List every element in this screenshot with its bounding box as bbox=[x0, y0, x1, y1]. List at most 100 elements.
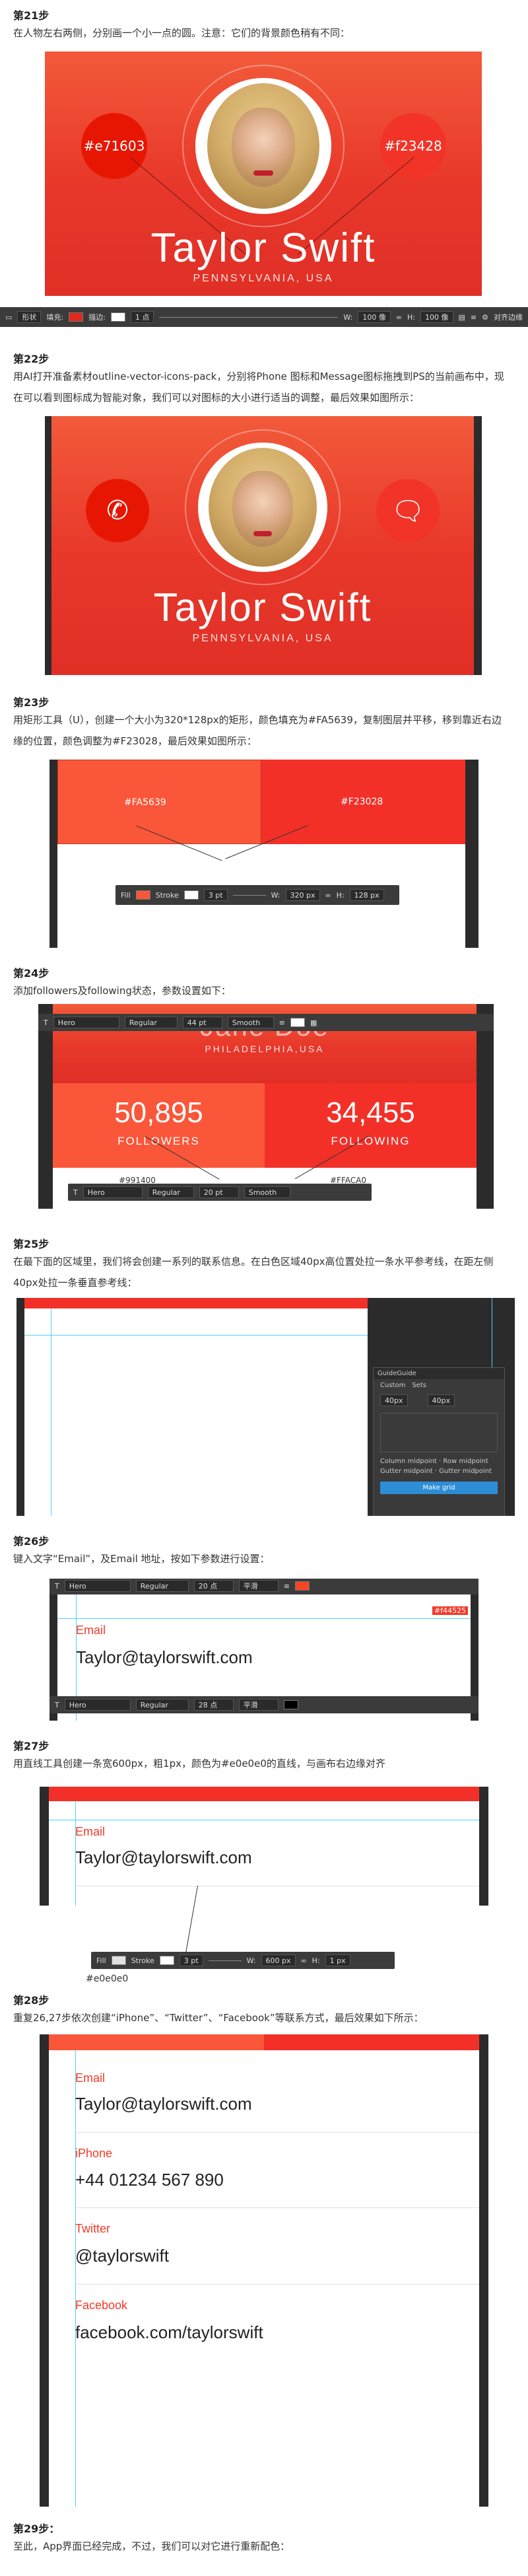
stroke-width-field[interactable]: 3 pt bbox=[203, 889, 228, 901]
stroke-style-line[interactable] bbox=[232, 894, 266, 896]
option-row[interactable]: Gutter midpoint · Gutter midpoint bbox=[374, 1466, 504, 1476]
h-label: H: bbox=[312, 1956, 320, 1965]
link-icon[interactable]: ∞ bbox=[301, 1956, 307, 1965]
step-desc: 重复26,27步依次创建“iPhone”、“Twitter”、“Facebook… bbox=[13, 2012, 424, 2024]
antialias-field[interactable]: 平滑 bbox=[238, 1699, 279, 1711]
margin-top-field[interactable]: 40px bbox=[427, 1394, 455, 1406]
font-size-field[interactable]: 28 点 bbox=[193, 1699, 234, 1711]
fill-swatch[interactable] bbox=[111, 1956, 126, 1965]
hero-name: Taylor Swift bbox=[153, 585, 372, 629]
red-bar-right bbox=[264, 2034, 479, 2050]
font-family-field[interactable]: Hero bbox=[64, 1699, 131, 1711]
font-size-field[interactable]: 44 pt bbox=[182, 1017, 222, 1028]
height-field[interactable]: 128 px bbox=[349, 889, 384, 901]
text-color-swatch[interactable] bbox=[294, 1581, 310, 1591]
font-size-field[interactable]: 20 点 bbox=[193, 1580, 234, 1592]
type-tool-icon[interactable]: T bbox=[44, 1019, 48, 1027]
stroke-swatch[interactable] bbox=[159, 1956, 174, 1965]
step-title: 第28步 bbox=[13, 1994, 50, 2007]
align-left-icon[interactable]: ≡ bbox=[279, 1019, 285, 1027]
step-title: 第25步 bbox=[13, 1238, 50, 1250]
panel-tabs: Custom Sets bbox=[374, 1379, 504, 1392]
text-color-swatch[interactable] bbox=[290, 1018, 305, 1027]
arrange-icon[interactable]: ≡ bbox=[471, 313, 477, 322]
option-row[interactable]: Column midpoint · Row midpoint bbox=[374, 1456, 504, 1466]
gear-icon[interactable]: ⚙ bbox=[482, 313, 488, 322]
iphone-label: iPhone bbox=[75, 2147, 113, 2160]
fill-label: 填充: bbox=[46, 313, 64, 322]
hero-image-21: #e71603 #f23428 Taylor Swift PENNSYLVANI… bbox=[45, 52, 482, 296]
shape-mode-select[interactable]: 形状 bbox=[17, 311, 42, 323]
width-field[interactable]: 600 px bbox=[261, 1954, 296, 1966]
email-label: Email bbox=[75, 2071, 106, 2085]
rect-image-23: #FA5639 #F23028 Fill Stroke 3 pt W: 320 … bbox=[50, 760, 478, 948]
stroke-label: 描边: bbox=[88, 313, 106, 322]
ps-options-bar: Fill Stroke 3 pt W: 320 px ∞ H: 128 px bbox=[116, 885, 399, 905]
vertical-guide bbox=[75, 1801, 76, 1906]
stroke-swatch[interactable] bbox=[183, 890, 199, 900]
width-field[interactable]: 320 px bbox=[285, 889, 320, 901]
font-style-field[interactable]: Regular bbox=[135, 1699, 189, 1711]
following-block: 34,455 FOLLOWING bbox=[265, 1083, 477, 1168]
tab-custom[interactable]: Custom bbox=[380, 1382, 405, 1389]
type-tool-icon[interactable]: T bbox=[55, 1582, 59, 1591]
grid-settings[interactable] bbox=[380, 1413, 498, 1452]
phone-badge: ✆ bbox=[86, 479, 149, 542]
font-style-field[interactable]: Regular bbox=[124, 1017, 178, 1028]
panel-icon[interactable]: ▦ bbox=[310, 1019, 317, 1027]
step-27: 第27步 用直线工具创建一条宽600px，粗1px，颜色为#e0e0e0的直线，… bbox=[13, 1737, 515, 1774]
step-title: 第21步 bbox=[13, 9, 50, 22]
link-icon[interactable]: ∞ bbox=[396, 313, 402, 322]
font-style-field[interactable]: Regular bbox=[135, 1580, 189, 1592]
stroke-style-line[interactable] bbox=[208, 1960, 242, 1961]
step-title: 第29步： bbox=[13, 2522, 60, 2535]
step-title: 第27步 bbox=[13, 1740, 50, 1752]
divider-line bbox=[75, 2207, 479, 2208]
tab-sets[interactable]: Sets bbox=[412, 1382, 426, 1389]
antialias-field[interactable]: 平滑 bbox=[238, 1580, 279, 1592]
message-badge: 🗨 bbox=[376, 479, 440, 542]
antialias-field[interactable]: Smooth bbox=[227, 1017, 274, 1028]
make-grid-button[interactable]: Make grid bbox=[380, 1482, 498, 1494]
height-field[interactable]: 100 像 bbox=[420, 311, 453, 323]
stroke-width-field[interactable]: 3 pt bbox=[179, 1954, 203, 1966]
fill-swatch[interactable] bbox=[69, 312, 84, 322]
margin-left-field[interactable]: 40px bbox=[380, 1394, 408, 1406]
stroke-width-field[interactable]: 1 点 bbox=[130, 311, 154, 323]
guideguide-panel: GuideGuide Custom Sets 40px 40px Column … bbox=[373, 1367, 505, 1516]
height-field[interactable]: 1 px bbox=[325, 1954, 350, 1966]
font-size-field[interactable]: 20 pt bbox=[199, 1186, 239, 1198]
text-color-swatch[interactable] bbox=[283, 1700, 298, 1709]
link-icon[interactable]: ∞ bbox=[325, 891, 331, 900]
hero-location: PENNSYLVANIA, USA bbox=[193, 273, 334, 284]
type-tool-icon[interactable]: T bbox=[55, 1701, 59, 1709]
horizontal-guide bbox=[24, 1335, 368, 1336]
hero-image-22: ✆ 🗨 Taylor Swift PENNSYLVANIA, USA bbox=[45, 416, 482, 675]
type-tool-icon[interactable]: T bbox=[73, 1188, 78, 1197]
option-label: Column midpoint bbox=[380, 1458, 437, 1465]
font-family-field[interactable]: Hero bbox=[53, 1017, 119, 1028]
panel-title: GuideGuide bbox=[374, 1368, 504, 1379]
email-label: Email bbox=[75, 1825, 106, 1838]
align-icon[interactable]: ▤ bbox=[459, 313, 465, 322]
antialias-field[interactable]: Smooth bbox=[244, 1186, 290, 1198]
vertical-guide bbox=[75, 2050, 76, 2507]
align-left-icon[interactable]: ≡ bbox=[284, 1582, 290, 1591]
step-23: 第23步 用矩形工具（U），创建一个大小为320*128px的矩形，颜色填充为#… bbox=[13, 694, 515, 752]
width-field[interactable]: 100 像 bbox=[358, 311, 391, 323]
stroke-swatch[interactable] bbox=[110, 312, 125, 322]
option-label: Row midpoint bbox=[443, 1458, 488, 1465]
font-style-field[interactable]: Regular bbox=[147, 1186, 194, 1198]
step-desc: 在最下面的区域里，我们将会创建一系列的联系信息。在白色区域40px高位置处拉一条… bbox=[13, 1256, 494, 1289]
canvas-area: #FA5639 #F23028 bbox=[57, 760, 465, 948]
font-family-field[interactable]: Hero bbox=[82, 1186, 143, 1198]
fill-label: Fill bbox=[121, 890, 131, 900]
email-label: Email bbox=[76, 1624, 106, 1637]
fill-swatch[interactable] bbox=[135, 890, 150, 900]
red-bar bbox=[24, 1298, 368, 1308]
font-family-field[interactable]: Hero bbox=[64, 1580, 131, 1592]
shape-tool-icon[interactable]: ▭ bbox=[5, 313, 12, 322]
following-value: 34,455 bbox=[326, 1096, 415, 1129]
stroke-style-line[interactable] bbox=[159, 316, 339, 318]
phone-icon: ✆ bbox=[106, 495, 129, 526]
